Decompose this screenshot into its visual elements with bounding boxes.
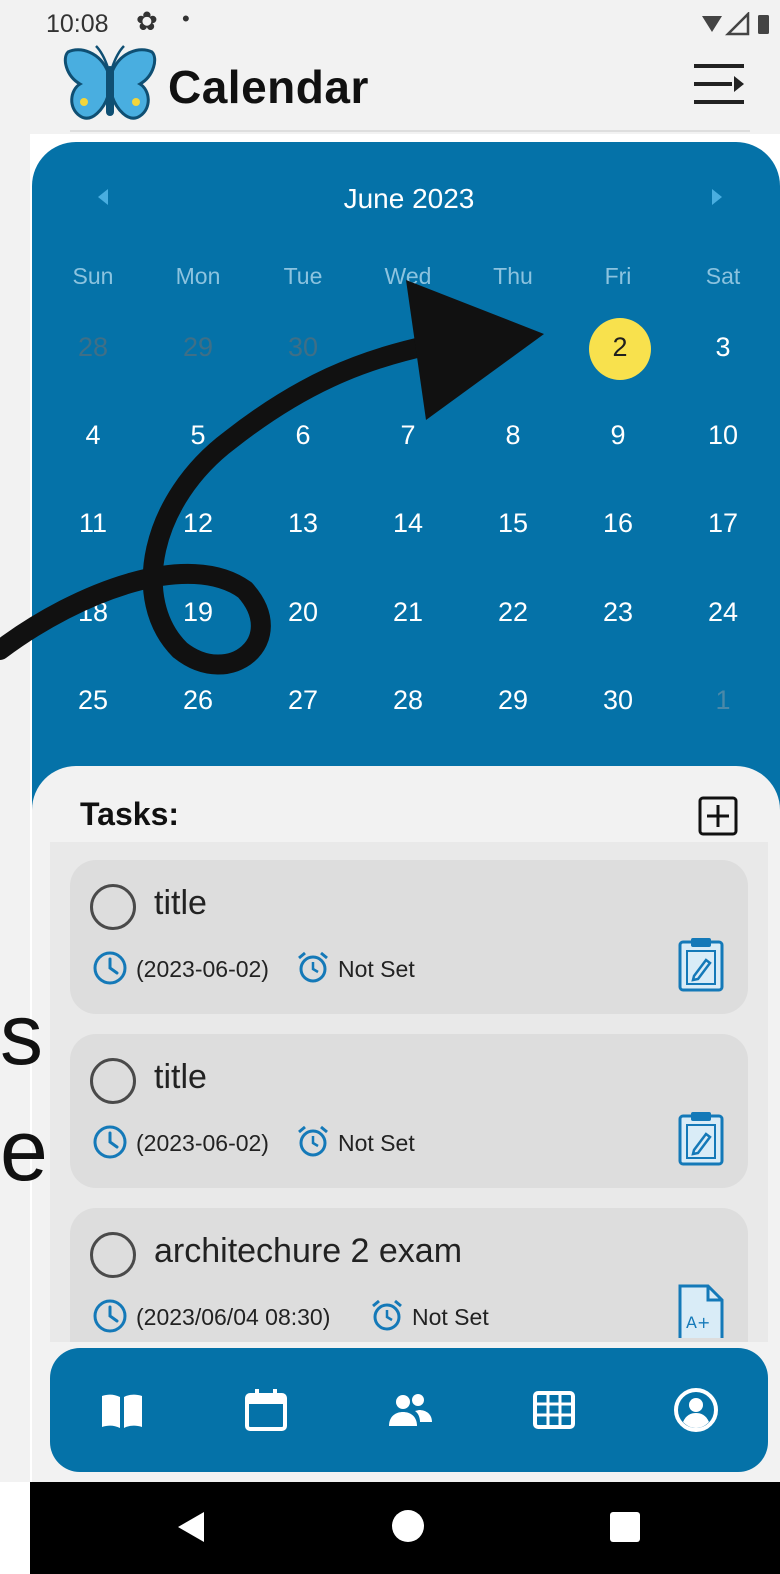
cutoff-text: s <box>0 987 43 1083</box>
notification-dot-icon: • <box>182 6 190 31</box>
clipboard-edit-icon[interactable] <box>676 936 726 992</box>
calendar-day[interactable]: 19 <box>148 592 248 632</box>
month-label: June 2023 <box>343 183 475 214</box>
signal-icon <box>724 12 750 36</box>
weekday-sat: Sat <box>705 263 741 289</box>
calendar-day[interactable]: 30 <box>253 327 353 367</box>
calendar-day[interactable]: 18 <box>43 592 143 632</box>
status-icons <box>702 12 769 36</box>
calendar-day[interactable]: 20 <box>253 592 353 632</box>
task-title: title <box>154 1058 207 1096</box>
calendar-day[interactable]: 29 <box>463 680 563 720</box>
grade-document-icon[interactable]: A+ <box>676 1282 726 1338</box>
book-icon[interactable] <box>98 1386 146 1434</box>
calendar-day[interactable]: 5 <box>148 415 248 455</box>
settings-status-icon: ✿ <box>136 6 158 36</box>
battery-icon <box>758 15 769 34</box>
calendar-day[interactable]: 7 <box>358 415 458 455</box>
calendar-day[interactable]: 17 <box>673 503 773 543</box>
calendar-day[interactable]: 30 <box>568 680 668 720</box>
grid-icon[interactable] <box>530 1386 578 1434</box>
calendar-day[interactable]: 24 <box>673 592 773 632</box>
calendar-day[interactable]: 13 <box>253 503 353 543</box>
butterfly-logo-icon <box>63 45 157 120</box>
alarm-icon <box>298 1125 328 1157</box>
calendar-day-selected[interactable]: 2 <box>570 327 670 367</box>
menu-icon[interactable] <box>692 60 750 108</box>
calendar-day[interactable]: 1 <box>673 680 773 720</box>
calendar-day[interactable]: 26 <box>148 680 248 720</box>
calendar-day[interactable]: 9 <box>568 415 668 455</box>
weekday-fri: Fri <box>604 263 632 289</box>
calendar-day[interactable]: 4 <box>43 415 143 455</box>
calendar-day[interactable]: 29 <box>148 327 248 367</box>
task-alarm: Not Set <box>338 956 415 982</box>
calendar-day[interactable]: 23 <box>568 592 668 632</box>
calendar-day[interactable]: 22 <box>463 592 563 632</box>
app-title: Calendar <box>168 61 369 113</box>
left-margin <box>0 134 30 1482</box>
task-title: title <box>154 884 207 922</box>
calendar-day[interactable]: 15 <box>463 503 563 543</box>
calendar-day[interactable]: 12 <box>148 503 248 543</box>
svg-text:A+: A+ <box>686 1313 710 1332</box>
weekday-wed: Wed <box>384 263 432 289</box>
calendar-day[interactable]: 10 <box>673 415 773 455</box>
calendar-day[interactable]: 11 <box>43 503 143 543</box>
task-complete-checkbox[interactable] <box>90 1232 136 1278</box>
calendar-day[interactable]: 27 <box>253 680 353 720</box>
status-time: 10:08 <box>46 10 109 38</box>
calendar-day[interactable]: 28 <box>43 327 143 367</box>
weekday-thu: Thu <box>493 263 533 289</box>
task-card[interactable]: title (2023-06-02) Not Set <box>70 1034 748 1188</box>
calendar-day[interactable]: 8 <box>463 415 563 455</box>
calendar-day[interactable]: 14 <box>358 503 458 543</box>
alarm-icon <box>372 1299 402 1331</box>
recent-apps-icon[interactable] <box>610 1512 640 1542</box>
group-icon[interactable] <box>386 1386 434 1434</box>
task-title: architechure 2 exam <box>154 1232 463 1270</box>
task-card[interactable]: architechure 2 exam (2023/06/04 08:30) N… <box>70 1208 748 1342</box>
add-task-icon[interactable] <box>698 796 738 836</box>
task-date: (2023-06-02) <box>136 956 269 982</box>
account-circle-icon[interactable] <box>672 1386 720 1434</box>
next-month-icon[interactable] <box>710 188 724 206</box>
task-card[interactable]: title (2023-06-02) Not Set <box>70 860 748 1014</box>
calendar-day[interactable]: 28 <box>358 680 458 720</box>
alarm-icon <box>298 951 328 983</box>
calendar-day[interactable]: 3 <box>673 327 773 367</box>
clipboard-edit-icon[interactable] <box>676 1110 726 1166</box>
calendar-panel <box>32 142 780 862</box>
wifi-icon <box>702 16 722 32</box>
calendar-day[interactable]: 21 <box>358 592 458 632</box>
task-complete-checkbox[interactable] <box>90 884 136 930</box>
header-divider <box>70 130 750 132</box>
clock-icon <box>93 951 127 985</box>
home-icon[interactable] <box>392 1510 424 1542</box>
calendar-day[interactable]: 6 <box>253 415 353 455</box>
status-bar: 10:08 ✿ • <box>0 0 780 46</box>
weekday-sun: Sun <box>72 263 114 289</box>
cutoff-text: e <box>0 1103 48 1199</box>
tasks-heading: Tasks: <box>80 796 180 832</box>
calendar-day[interactable]: 16 <box>568 503 668 543</box>
task-complete-checkbox[interactable] <box>90 1058 136 1104</box>
task-alarm: Not Set <box>338 1130 415 1156</box>
back-icon[interactable] <box>176 1510 206 1544</box>
calendar-icon[interactable] <box>242 1386 290 1434</box>
task-date: (2023-06-02) <box>136 1130 269 1156</box>
calendar-day[interactable]: 25 <box>43 680 143 720</box>
weekday-mon: Mon <box>175 263 221 289</box>
clock-icon <box>93 1125 127 1159</box>
clock-icon <box>93 1299 127 1333</box>
task-alarm: Not Set <box>412 1304 489 1330</box>
task-date: (2023/06/04 08:30) <box>136 1304 331 1330</box>
weekday-tue: Tue <box>283 263 323 289</box>
